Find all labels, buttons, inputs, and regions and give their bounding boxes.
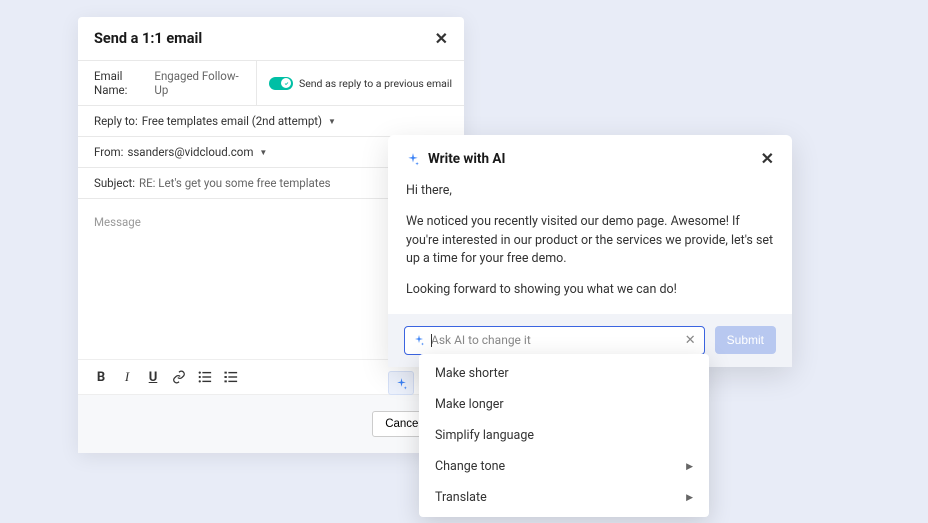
text-cursor bbox=[431, 334, 432, 347]
menu-item-simplify[interactable]: Simplify language bbox=[419, 420, 709, 451]
chevron-right-icon: ▶ bbox=[686, 462, 693, 472]
ai-closing: Looking forward to showing you what we c… bbox=[406, 281, 774, 300]
from-label: From: bbox=[94, 145, 123, 159]
ai-body-text: We noticed you recently visited our demo… bbox=[406, 213, 774, 269]
check-icon bbox=[284, 81, 289, 86]
modal-title: Send a 1:1 email bbox=[94, 30, 202, 47]
email-name-label: Email Name: bbox=[94, 69, 150, 97]
chevron-down-icon[interactable]: ▼ bbox=[259, 148, 267, 157]
ai-panel-title: Write with AI bbox=[428, 151, 761, 167]
ai-generated-text: Hi there, We noticed you recently visite… bbox=[388, 176, 792, 314]
email-name-value[interactable]: Engaged Follow-Up bbox=[154, 69, 240, 97]
underline-icon[interactable]: U bbox=[146, 370, 160, 384]
ai-greeting: Hi there, bbox=[406, 182, 774, 201]
close-icon[interactable]: ✕ bbox=[435, 29, 448, 48]
menu-item-make-shorter[interactable]: Make shorter bbox=[419, 358, 709, 389]
bold-icon[interactable]: B bbox=[94, 370, 108, 384]
reply-to-row[interactable]: Reply to: Free templates email (2nd atte… bbox=[78, 106, 464, 137]
reply-to-value: Free templates email (2nd attempt) bbox=[142, 114, 322, 128]
ai-panel-header: Write with AI ✕ bbox=[388, 135, 792, 176]
ai-input-placeholder: Ask AI to change it bbox=[431, 333, 679, 347]
ai-toolbar-button[interactable] bbox=[388, 371, 414, 395]
modal-header: Send a 1:1 email ✕ bbox=[78, 17, 464, 61]
close-icon[interactable]: ✕ bbox=[761, 149, 774, 168]
modal-footer: Cancel bbox=[78, 394, 464, 453]
clear-icon[interactable]: ✕ bbox=[685, 333, 696, 348]
reply-toggle[interactable] bbox=[269, 77, 293, 90]
menu-item-make-longer[interactable]: Make longer bbox=[419, 389, 709, 420]
menu-item-change-tone[interactable]: Change tone ▶ bbox=[419, 451, 709, 482]
chevron-down-icon: ▼ bbox=[328, 117, 336, 126]
reply-to-label: Reply to: bbox=[94, 114, 138, 128]
from-value[interactable]: ssanders@vidcloud.com bbox=[127, 145, 253, 159]
chevron-right-icon: ▶ bbox=[686, 493, 693, 503]
ai-prompt-input[interactable]: Ask AI to change it ✕ bbox=[404, 326, 705, 355]
write-with-ai-panel: Write with AI ✕ Hi there, We noticed you… bbox=[388, 135, 792, 367]
bullet-list-icon[interactable] bbox=[198, 370, 212, 384]
italic-icon[interactable]: I bbox=[120, 370, 134, 384]
ai-suggestions-menu: Make shorter Make longer Simplify langua… bbox=[419, 354, 709, 517]
subject-value: RE: Let's get you some free templates bbox=[139, 176, 331, 190]
menu-item-translate[interactable]: Translate ▶ bbox=[419, 482, 709, 513]
numbered-list-icon[interactable] bbox=[224, 370, 238, 384]
sparkle-icon bbox=[406, 152, 420, 166]
message-placeholder: Message bbox=[94, 215, 141, 229]
email-name-row: Email Name: Engaged Follow-Up Send as re… bbox=[78, 61, 464, 106]
sparkle-icon bbox=[413, 334, 425, 346]
sparkle-icon bbox=[395, 377, 408, 390]
link-icon[interactable] bbox=[172, 370, 186, 384]
ai-submit-button[interactable]: Submit bbox=[715, 326, 776, 354]
subject-label: Subject: bbox=[94, 176, 135, 190]
reply-toggle-label: Send as reply to a previous email bbox=[299, 77, 452, 90]
